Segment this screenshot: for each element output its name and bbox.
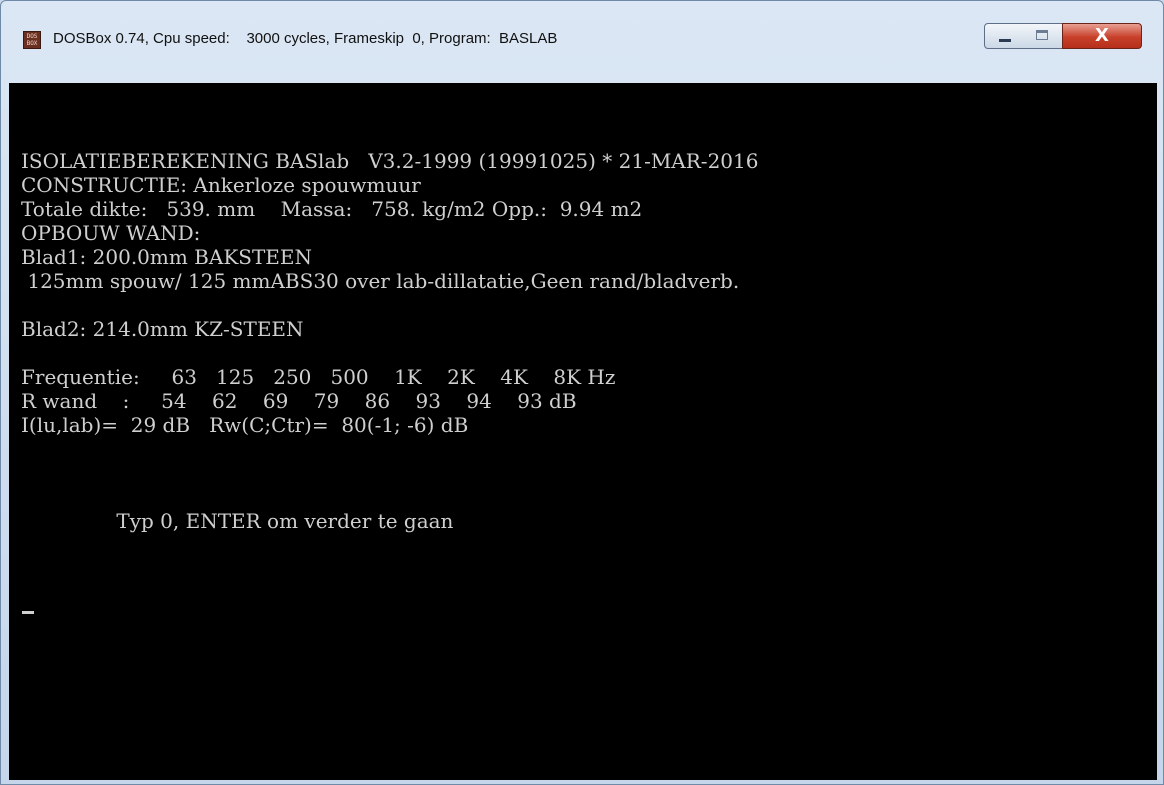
console-line-wall-build: OPBOUW WAND: xyxy=(21,221,201,245)
console-line-rw: I(lu,lab)= 29 dB Rw(C;Ctr)= 80(-1; -6) d… xyxy=(21,413,469,437)
console-line-prompt: Typ 0, ENTER om verder te gaan xyxy=(21,509,454,533)
console-line-cavity: 125mm spouw/ 125 mmABS30 over lab-dillat… xyxy=(21,269,740,293)
console-line-header: ISOLATIEBEREKENING BASlab V3.2-1999 (199… xyxy=(21,149,759,173)
console-line-r-wand: R wand : 54 62 69 79 86 93 94 93 dB xyxy=(21,389,577,413)
window-title: DOSBox 0.74, Cpu speed: 3000 cycles, Fra… xyxy=(53,30,558,47)
maximize-button[interactable] xyxy=(1023,23,1063,49)
minimize-icon xyxy=(999,39,1011,42)
console-line-leaf1: Blad1: 200.0mm BAKSTEEN xyxy=(21,245,313,269)
console-line-frequency: Frequentie: 63 125 250 500 1K 2K 4K 8K H… xyxy=(21,365,616,389)
console-line-construction: CONSTRUCTIE: Ankerloze spouwmuur xyxy=(21,173,421,197)
minimize-button[interactable] xyxy=(984,23,1024,49)
close-button[interactable]: X xyxy=(1062,23,1142,49)
text-cursor xyxy=(22,611,34,614)
console-line-thickness: Totale dikte: 539. mm Massa: 758. kg/m2 … xyxy=(21,197,643,221)
close-icon: X xyxy=(1095,25,1109,46)
console-line-leaf2: Blad2: 214.0mm KZ-STEEN xyxy=(21,317,304,341)
maximize-icon xyxy=(1036,30,1048,40)
dos-console[interactable]: ISOLATIEBEREKENING BASlab V3.2-1999 (199… xyxy=(9,83,1157,780)
dosbox-icon[interactable]: DOS BOX xyxy=(23,31,41,49)
title-bar[interactable]: DOS BOX DOSBox 0.74, Cpu speed: 3000 cyc… xyxy=(1,1,1163,83)
dosbox-window: DOS BOX DOSBox 0.74, Cpu speed: 3000 cyc… xyxy=(0,0,1164,785)
